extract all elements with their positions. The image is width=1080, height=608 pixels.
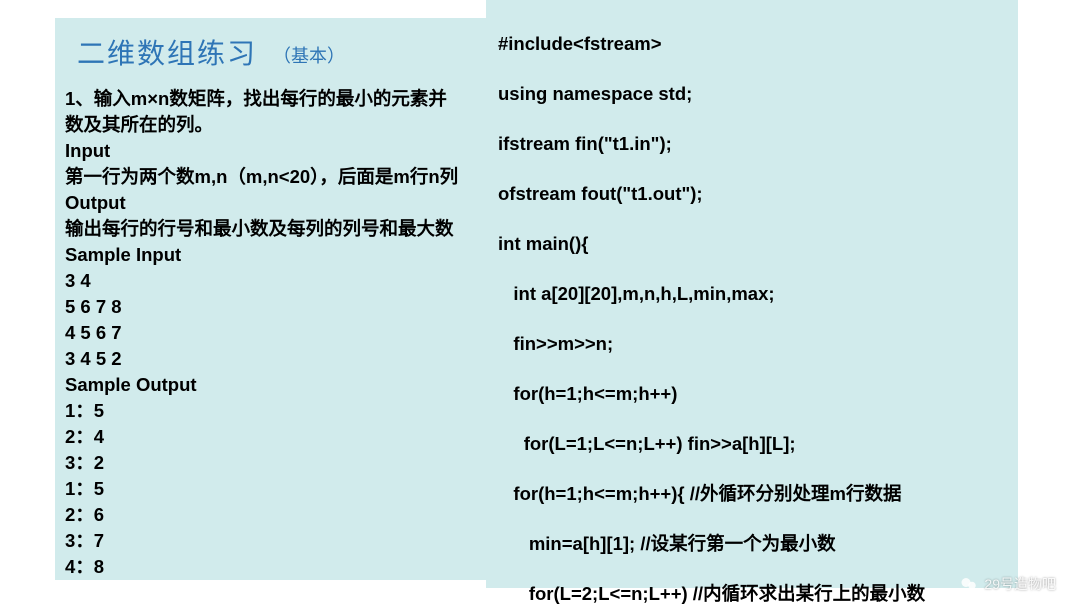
problem-line: Output	[65, 190, 495, 216]
code-line: using namespace std;	[498, 81, 1018, 106]
slide-title: 二维数组练习	[77, 32, 257, 72]
code-line: for(h=1;h<=m;h++){ //外循环分别处理m行数据	[498, 481, 1018, 506]
slide-subtitle: （基本）	[273, 42, 345, 68]
problem-text: 1、输入m×n数矩阵，找出每行的最小的元素并 数及其所在的列。 Input 第一…	[65, 86, 495, 580]
problem-line: 第一行为两个数m,n（m,n<20），后面是m行n列	[65, 164, 495, 190]
problem-line: 3：2	[65, 450, 495, 476]
problem-line: Sample Output	[65, 372, 495, 398]
problem-line: 1：5	[65, 398, 495, 424]
code-line: for(h=1;h<=m;h++)	[498, 381, 1018, 406]
problem-line: 3 4 5 2	[65, 346, 495, 372]
code-line: ifstream fin("t1.in");	[498, 131, 1018, 156]
problem-line: 数及其所在的列。	[65, 112, 495, 138]
left-panel: 二维数组练习 （基本） 1、输入m×n数矩阵，找出每行的最小的元素并 数及其所在…	[55, 18, 495, 580]
problem-line: 1、输入m×n数矩阵，找出每行的最小的元素并	[65, 86, 495, 112]
code-line: min=a[h][1]; //设某行第一个为最小数	[498, 531, 1018, 556]
code-line: int a[20][20],m,n,h,L,min,max;	[498, 281, 1018, 306]
problem-line: 3：7	[65, 528, 495, 554]
right-panel: #include<fstream> using namespace std; i…	[486, 0, 1018, 588]
code-line: #include<fstream>	[498, 31, 1018, 56]
problem-line: 输出每行的行号和最小数及每列的列号和最大数	[65, 216, 495, 242]
problem-line: 2：4	[65, 424, 495, 450]
problem-line: Sample Input	[65, 242, 495, 268]
problem-line: 1：5	[65, 476, 495, 502]
problem-line: 5 6 7 8	[65, 294, 495, 320]
code-line: fin>>m>>n;	[498, 331, 1018, 356]
wechat-icon	[960, 575, 978, 593]
problem-line: 3 4	[65, 268, 495, 294]
problem-line: Input	[65, 138, 495, 164]
slide: 二维数组练习 （基本） 1、输入m×n数矩阵，找出每行的最小的元素并 数及其所在…	[0, 0, 1080, 608]
problem-line: 2：6	[65, 502, 495, 528]
code-line: ofstream fout("t1.out");	[498, 181, 1018, 206]
code-block: #include<fstream> using namespace std; i…	[498, 6, 1018, 608]
problem-line: 4 5 6 7	[65, 320, 495, 346]
code-line: int main(){	[498, 231, 1018, 256]
code-line: for(L=2;L<=n;L++) //内循环求出某行上的最小数	[498, 581, 1018, 606]
problem-line: 4：8	[65, 554, 495, 580]
watermark-text: 29号造物吧	[984, 574, 1056, 594]
watermark: 29号造物吧	[960, 574, 1056, 594]
code-line: for(L=1;L<=n;L++) fin>>a[h][L];	[498, 431, 1018, 456]
